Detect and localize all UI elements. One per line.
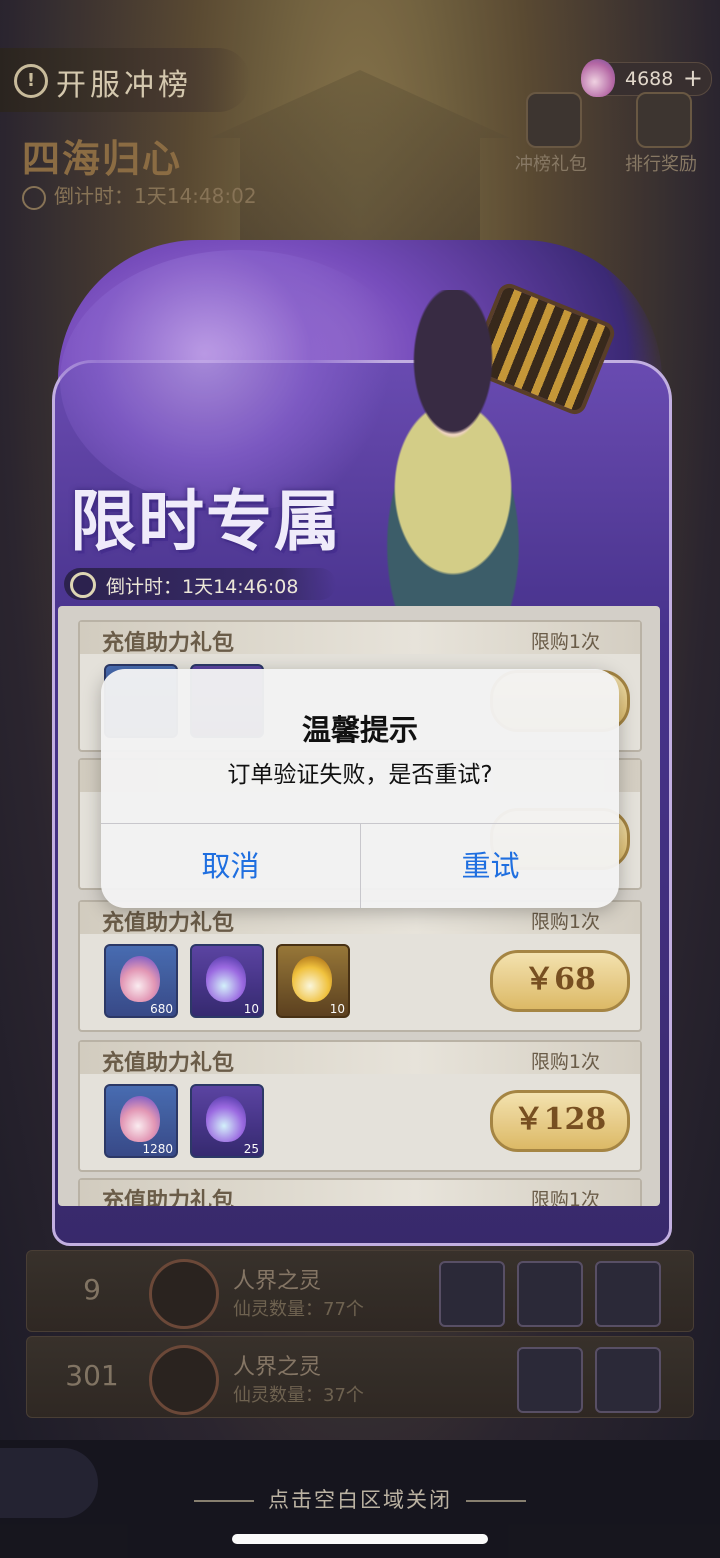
dialog-title: 温馨提示	[301, 713, 418, 747]
alert-dialog: 温馨提示 订单验证失败，是否重试? 取消 重试	[101, 669, 619, 908]
cancel-button[interactable]: 取消	[101, 824, 360, 908]
dialog-message: 订单验证失败，是否重试?	[227, 762, 493, 788]
retry-button[interactable]: 重试	[361, 824, 619, 908]
